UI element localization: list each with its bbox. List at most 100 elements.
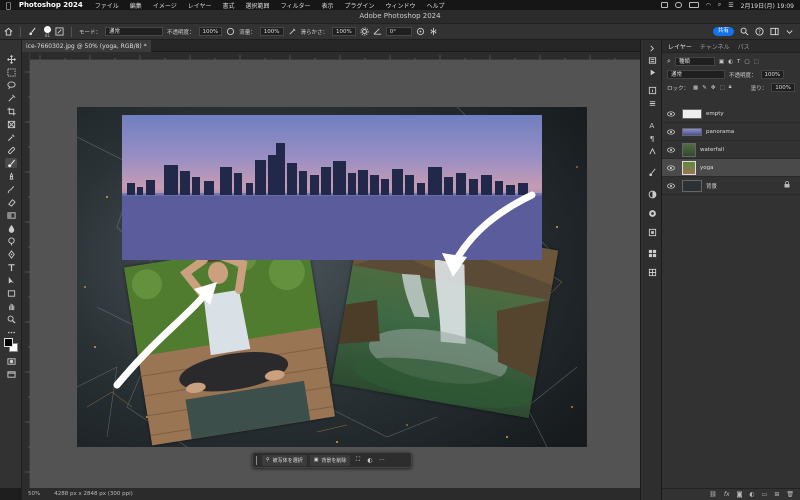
- remove-background-button[interactable]: ▣ 背景を削除: [309, 454, 351, 466]
- menu-layer[interactable]: レイヤー: [188, 1, 212, 10]
- vertical-ruler[interactable]: [22, 52, 30, 488]
- patterns-icon[interactable]: [647, 267, 657, 277]
- select-subject-button[interactable]: ⚲ 被写体を選択: [262, 454, 307, 466]
- search-icon[interactable]: [740, 27, 749, 36]
- collapse-arrows-icon[interactable]: [647, 43, 657, 53]
- filter-adjust-icon[interactable]: ◐: [728, 59, 733, 65]
- transform-icon[interactable]: ⛶: [353, 456, 362, 465]
- lasso-tool-icon[interactable]: [5, 80, 17, 90]
- brush-tool-icon[interactable]: [28, 27, 37, 36]
- symmetry-icon[interactable]: [429, 27, 438, 36]
- adjustment-icon[interactable]: ◐: [365, 456, 374, 465]
- layer-name[interactable]: yoga: [700, 165, 713, 171]
- link-layers-icon[interactable]: ⛓: [709, 491, 717, 498]
- menu-file[interactable]: ファイル: [95, 1, 119, 10]
- eye-icon[interactable]: [666, 146, 676, 153]
- brushes-icon[interactable]: [647, 167, 657, 177]
- history-icon[interactable]: [647, 55, 657, 65]
- screen-mode-icon[interactable]: [5, 369, 17, 379]
- new-layer-icon[interactable]: ⊞: [774, 491, 779, 498]
- menu-select[interactable]: 選択範囲: [246, 1, 270, 10]
- apple-icon[interactable]: : [6, 1, 11, 10]
- opacity-field[interactable]: 100%: [198, 27, 223, 36]
- home-icon[interactable]: [4, 27, 13, 36]
- filter-smart-icon[interactable]: ⬚: [754, 59, 759, 65]
- gear-icon[interactable]: [360, 27, 369, 36]
- tab-channels[interactable]: チャンネル: [700, 42, 730, 51]
- path-selection-icon[interactable]: [5, 275, 17, 285]
- type-tool-icon[interactable]: [5, 262, 17, 272]
- layer-row-empty[interactable]: empty: [662, 105, 800, 123]
- brush-settings-icon[interactable]: [55, 27, 64, 36]
- foreground-color-swatch[interactable]: [4, 338, 13, 347]
- healing-brush-icon[interactable]: [5, 145, 17, 155]
- brush-preset-picker[interactable]: 81: [44, 25, 51, 38]
- mode-select[interactable]: 通常: [105, 27, 164, 36]
- airbrush-icon[interactable]: [288, 27, 297, 36]
- lock-paint-icon[interactable]: ✎: [702, 85, 707, 91]
- layer-style-icon[interactable]: fx: [724, 491, 730, 498]
- screen-record-icon[interactable]: [660, 2, 668, 8]
- adjustments-icon[interactable]: [647, 208, 657, 218]
- delete-layer-icon[interactable]: 🗑︎: [786, 491, 794, 498]
- drag-handle[interactable]: [256, 455, 257, 465]
- history-brush-icon[interactable]: [5, 184, 17, 194]
- move-tool-icon[interactable]: [5, 54, 17, 64]
- zoom-level[interactable]: 50%: [28, 491, 40, 497]
- rectangle-tool-icon[interactable]: [5, 288, 17, 298]
- zoom-tool-icon[interactable]: [5, 314, 17, 324]
- menu-filter[interactable]: フィルター: [281, 1, 311, 10]
- eye-icon[interactable]: [666, 110, 676, 117]
- angle-field[interactable]: 0°: [385, 27, 412, 36]
- menu-edit[interactable]: 編集: [130, 1, 142, 10]
- object-selection-icon[interactable]: [5, 93, 17, 103]
- lock-icon[interactable]: [784, 181, 790, 190]
- tab-layers[interactable]: レイヤー: [668, 42, 692, 51]
- menu-type[interactable]: 書式: [223, 1, 235, 10]
- gradient-tool-icon[interactable]: [5, 210, 17, 220]
- filter-shape-icon[interactable]: ▢: [744, 59, 749, 65]
- new-group-icon[interactable]: ▭: [762, 491, 768, 498]
- blend-mode-select[interactable]: 通常: [667, 70, 725, 79]
- paragraph-icon[interactable]: ¶: [647, 133, 657, 143]
- filter-image-icon[interactable]: ▣: [719, 59, 724, 65]
- menu-view[interactable]: 表示: [321, 1, 333, 10]
- chevron-down-icon[interactable]: [785, 27, 794, 36]
- eraser-tool-icon[interactable]: [5, 197, 17, 207]
- lock-all-icon[interactable]: 🔒︎: [729, 84, 732, 91]
- filter-type-icon[interactable]: T: [737, 59, 740, 65]
- layer-fill-field[interactable]: 100%: [771, 83, 795, 92]
- eye-icon[interactable]: [666, 128, 676, 135]
- app-menu[interactable]: Photoshop 2024: [19, 1, 83, 9]
- tab-paths[interactable]: パス: [738, 42, 750, 51]
- eye-icon[interactable]: [666, 164, 676, 171]
- clock[interactable]: 2月19日(月) 19:09: [741, 1, 794, 10]
- layer-opacity-field[interactable]: 100%: [760, 70, 785, 79]
- quick-mask-icon[interactable]: [5, 356, 17, 366]
- share-button[interactable]: 共有: [712, 27, 734, 36]
- document-dimensions[interactable]: 4288 px x 2848 px (300 ppi): [54, 491, 133, 497]
- battery-icon[interactable]: [688, 2, 699, 8]
- hand-tool-icon[interactable]: [5, 301, 17, 311]
- layer-row-background[interactable]: 背景: [662, 177, 800, 195]
- document-tab[interactable]: ice-7660302.jpg @ 50% (yoga, RGB/8) *: [22, 40, 151, 52]
- more-options-icon[interactable]: ···: [377, 456, 386, 465]
- menu-help[interactable]: ヘルプ: [427, 1, 445, 10]
- info-icon[interactable]: [647, 85, 657, 95]
- glyphs-icon[interactable]: [647, 146, 657, 156]
- smoothing-field[interactable]: 100%: [332, 27, 356, 36]
- lock-artboard-icon[interactable]: ⬚: [719, 85, 724, 91]
- stamp-tool-icon[interactable]: [5, 171, 17, 181]
- layer-name[interactable]: empty: [706, 111, 724, 117]
- control-center-icon[interactable]: ☰: [728, 2, 733, 9]
- pressure-size-icon[interactable]: [416, 27, 425, 36]
- eyedropper-icon[interactable]: [5, 132, 17, 142]
- add-mask-icon[interactable]: ◙: [737, 491, 743, 498]
- dodge-tool-icon[interactable]: [5, 236, 17, 246]
- menu-plugins[interactable]: プラグイン: [344, 1, 374, 10]
- canvas-area[interactable]: [30, 60, 640, 488]
- document-canvas[interactable]: [77, 107, 587, 447]
- eye-icon[interactable]: [666, 182, 676, 189]
- menu-image[interactable]: イメージ: [153, 1, 177, 10]
- blur-tool-icon[interactable]: [5, 223, 17, 233]
